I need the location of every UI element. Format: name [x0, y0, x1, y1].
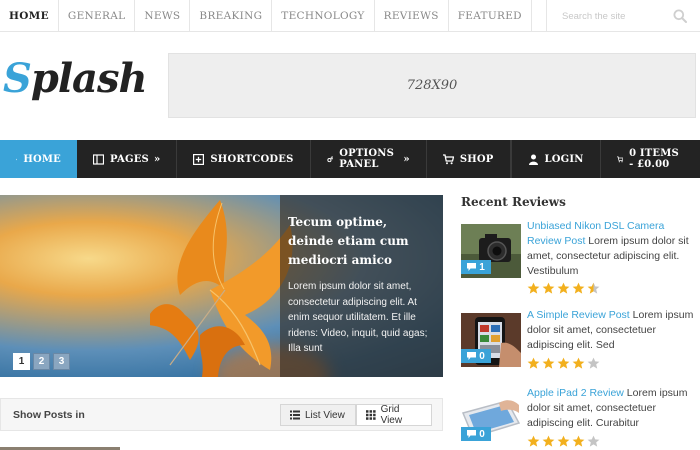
star-filled-icon	[557, 282, 570, 294]
cart-icon	[442, 153, 454, 164]
main-nav-pages[interactable]: PAGES »	[77, 140, 178, 178]
slider-page-1[interactable]: 1	[13, 353, 30, 370]
grid-view-button[interactable]: Grid View	[356, 404, 432, 426]
top-nav-news[interactable]: NEWS	[135, 0, 191, 32]
site-logo[interactable]: Splash	[3, 55, 148, 102]
star-filled-icon	[557, 435, 570, 447]
login-link[interactable]: LOGIN	[510, 140, 600, 178]
top-nav-home[interactable]: HOME	[0, 0, 59, 32]
star-filled-icon	[542, 357, 555, 369]
search-icon[interactable]	[673, 9, 687, 23]
submenu-arrow-icon: »	[403, 153, 410, 165]
comment-count-badge[interactable]: 1	[461, 260, 491, 274]
gears-icon	[326, 155, 334, 162]
comment-count-badge[interactable]: 0	[461, 349, 491, 363]
plus-square-icon	[193, 153, 205, 165]
slider-page-3[interactable]: 3	[53, 353, 70, 370]
user-icon	[528, 154, 538, 165]
list-icon	[290, 410, 300, 420]
star-filled-icon	[572, 357, 585, 369]
review-excerpt: Apple iPad 2 Review Lorem ipsum dolor si…	[527, 386, 699, 431]
recent-reviews-heading: Recent Reviews	[461, 195, 566, 209]
logo-initial: S	[3, 55, 32, 102]
ad-label: 728X90	[406, 78, 458, 93]
submenu-arrow-icon: »	[153, 153, 161, 165]
main-nav-options-panel[interactable]: OPTIONS PANEL »	[311, 140, 427, 178]
main-nav-shop[interactable]: SHOP	[427, 140, 511, 178]
search-input[interactable]: Search the site	[546, 0, 700, 32]
top-nav-general[interactable]: GENERAL	[59, 0, 136, 32]
review-excerpt: A Simple Review Post Lorem ipsum dolor s…	[527, 308, 699, 353]
login-label: LOGIN	[544, 153, 584, 165]
search-placeholder: Search the site	[562, 10, 626, 22]
autumn-leaves-image	[150, 200, 293, 377]
cart-summary[interactable]: 0 ITEMS - £0.00	[599, 140, 700, 178]
comment-icon	[467, 263, 477, 271]
top-nav-technology[interactable]: TECHNOLOGY	[272, 0, 375, 32]
slide-caption[interactable]: Tecum optime, deinde etiam cum mediocri …	[280, 195, 443, 377]
logo-rest: plash	[30, 55, 148, 102]
comment-count: 1	[479, 261, 485, 273]
star-rating	[527, 435, 600, 448]
main-nav-home-label: HOME	[23, 153, 61, 165]
grid-view-label: Grid View	[380, 404, 403, 426]
comment-count: 0	[479, 350, 485, 362]
star-filled-icon	[557, 357, 570, 369]
show-posts-bar: Show Posts in List View Grid View	[0, 398, 443, 431]
main-nav-shortcodes-label: SHORTCODES	[210, 153, 294, 165]
comment-count: 0	[479, 428, 485, 440]
pages-icon	[93, 153, 104, 165]
comment-count-badge[interactable]: 0	[461, 427, 491, 441]
star-filled-icon	[527, 282, 540, 294]
show-posts-label: Show Posts in	[13, 409, 85, 421]
top-nav-featured[interactable]: FEATURED	[449, 0, 532, 32]
star-half-icon	[587, 282, 600, 294]
comment-icon	[467, 352, 477, 360]
slide-title[interactable]: Tecum optime, deinde etiam cum mediocri …	[288, 213, 435, 270]
top-nav-reviews[interactable]: REVIEWS	[375, 0, 449, 32]
star-rating	[527, 282, 600, 295]
main-nav-shop-label: SHOP	[459, 153, 494, 165]
main-nav: HOME PAGES » SHORTCODES OPTIONS PANEL » …	[0, 140, 700, 178]
cart-summary-label: 0 ITEMS - £0.00	[629, 148, 679, 170]
slider-pagination: 1 2 3	[13, 353, 70, 370]
cart-icon	[616, 155, 624, 162]
star-filled-icon	[542, 282, 555, 294]
star-rating	[527, 357, 600, 370]
list-view-button[interactable]: List View	[280, 404, 356, 426]
top-bar: HOME GENERAL NEWS BREAKING TECHNOLOGY RE…	[0, 0, 700, 32]
star-empty-icon	[587, 435, 600, 447]
top-nav-breaking[interactable]: BREAKING	[190, 0, 273, 32]
list-view-label: List View	[305, 409, 345, 421]
comment-icon	[467, 430, 477, 438]
grid-icon	[366, 410, 376, 420]
slider-page-2[interactable]: 2	[33, 353, 50, 370]
star-empty-icon	[587, 357, 600, 369]
main-nav-shortcodes[interactable]: SHORTCODES	[177, 140, 311, 178]
star-filled-icon	[542, 435, 555, 447]
star-filled-icon	[527, 357, 540, 369]
menu-icon	[16, 158, 18, 160]
review-title-link[interactable]: A Simple Review Post	[527, 309, 630, 321]
review-title-link[interactable]: Apple iPad 2 Review	[527, 387, 624, 399]
main-nav-home[interactable]: HOME	[0, 140, 77, 178]
slide-excerpt: Lorem ipsum dolor sit amet, consectetur …	[288, 281, 428, 354]
star-filled-icon	[572, 435, 585, 447]
top-nav: HOME GENERAL NEWS BREAKING TECHNOLOGY RE…	[0, 0, 532, 32]
review-excerpt: Unbiased Nikon DSL Camera Review Post Lo…	[527, 219, 699, 279]
ad-banner[interactable]: 728X90	[168, 53, 696, 118]
star-filled-icon	[572, 282, 585, 294]
main-nav-pages-label: PAGES	[110, 153, 149, 165]
star-filled-icon	[527, 435, 540, 447]
main-nav-options-label: OPTIONS PANEL	[339, 148, 395, 170]
